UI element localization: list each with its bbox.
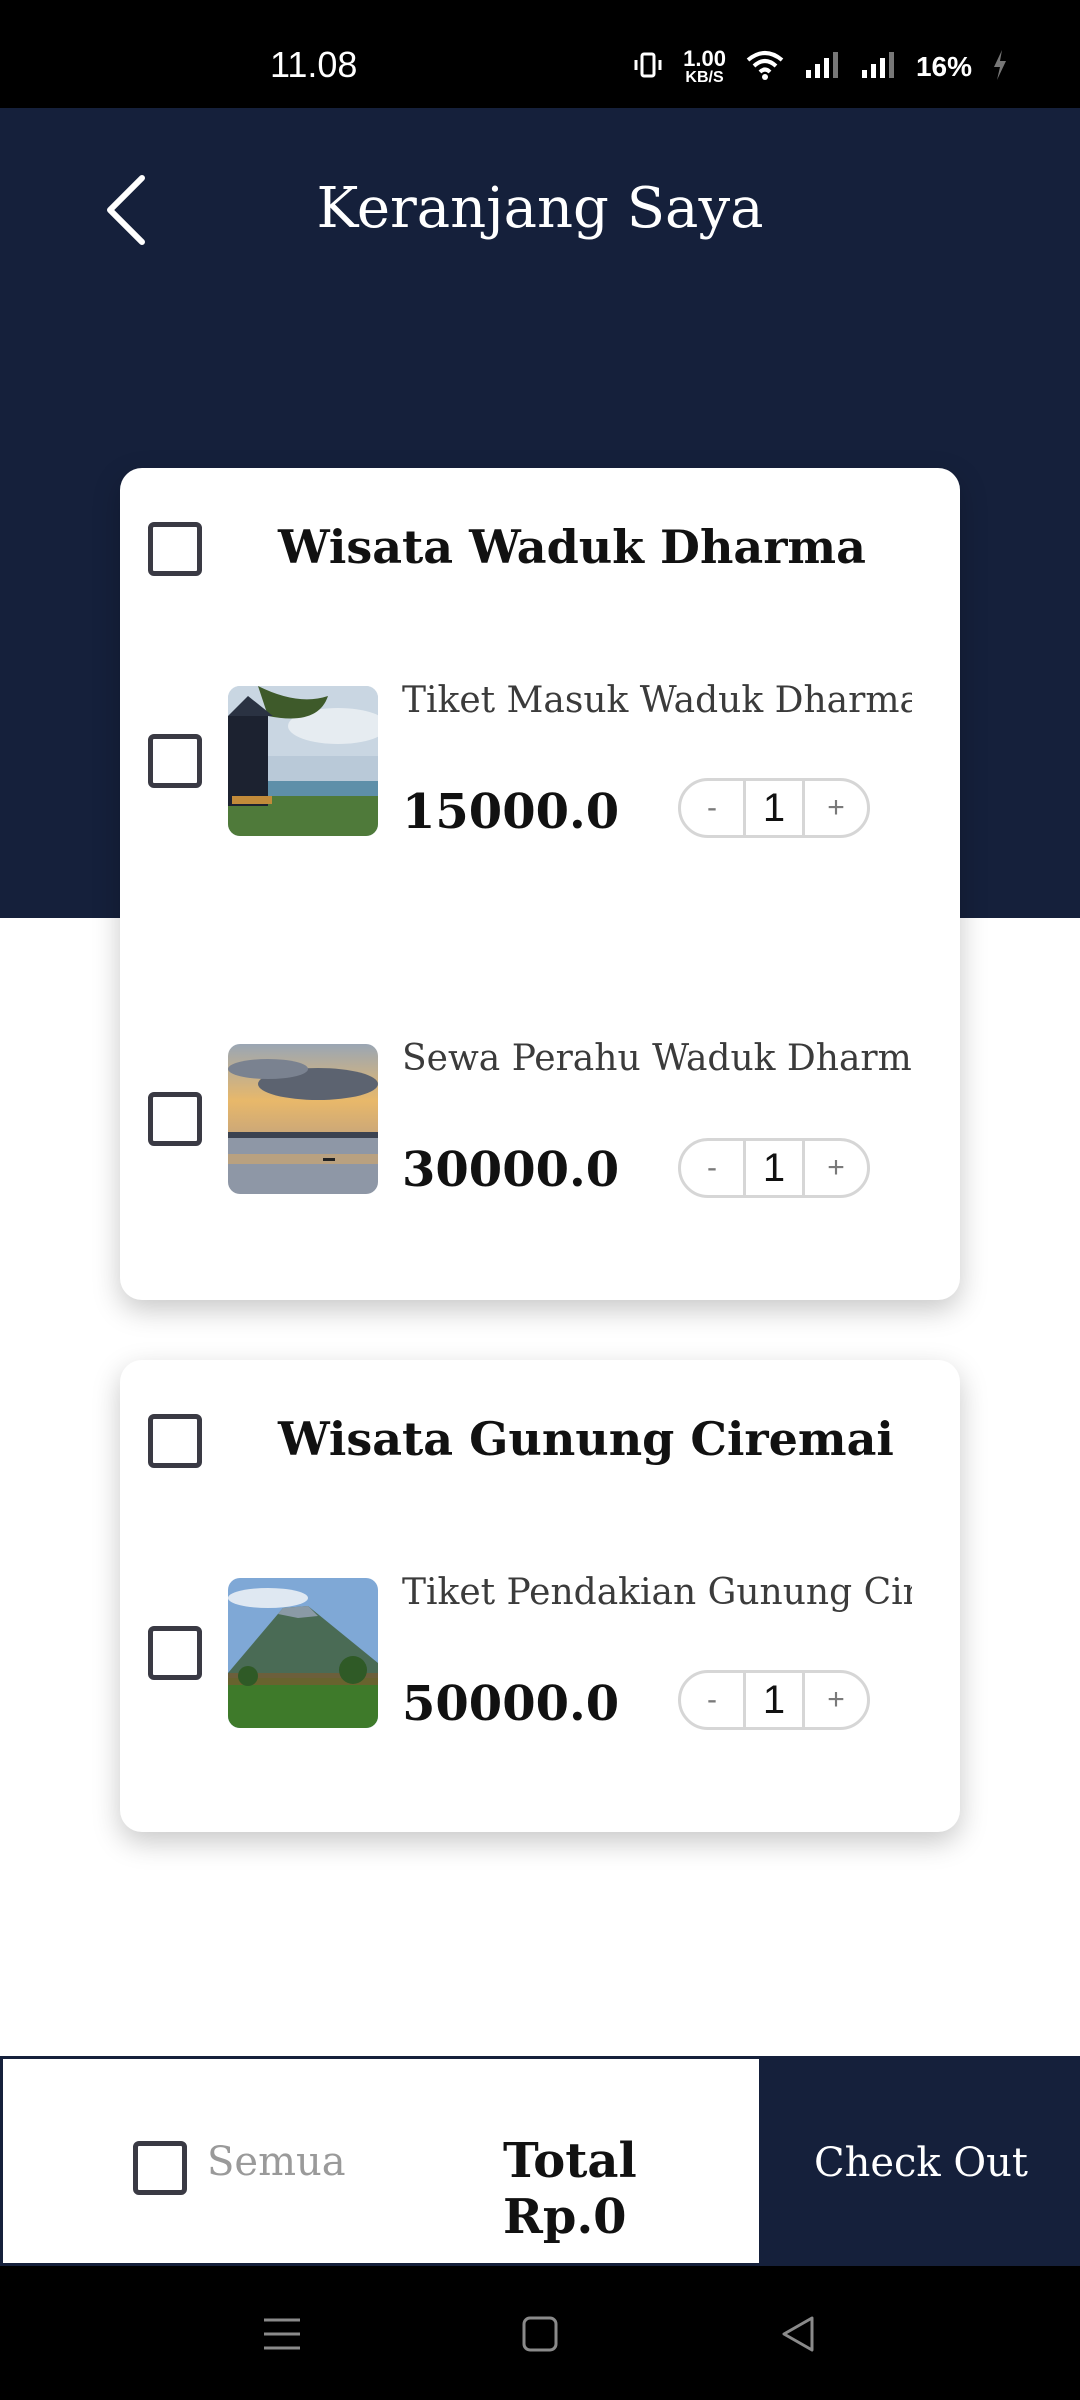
quantity-value: 1 [743,781,805,835]
decrease-button[interactable]: - [681,1673,743,1727]
battery-level: 16% [915,51,972,82]
home-nav-button[interactable] [510,2304,570,2364]
status-time: 11.08 [270,44,358,85]
menu-nav-button[interactable] [252,2304,312,2364]
item-price: 30000.0 [402,1142,620,1198]
cart-group-card: Wisata Waduk Dharma Tiket Masuk Waduk Dh… [120,468,960,1300]
checkout-summary: Semua Total Rp.0 [0,2059,762,2266]
cart-group-card: Wisata Gunung Ciremai Tiket Pendakian Gu… [120,1360,960,1832]
network-speed-unit: KB/S [685,69,724,86]
total-price: Total Rp.0 [503,2133,637,2245]
select-all-label: Semua [207,2139,346,2185]
item-checkbox[interactable] [148,1092,202,1146]
item-checkbox[interactable] [148,734,202,788]
item-name: Tiket Pendakian Gunung Ciremai [402,1572,912,1613]
item-name: Sewa Perahu Waduk Dharma [402,1038,912,1079]
item-checkbox[interactable] [148,1626,202,1680]
home-square-icon [522,2316,558,2352]
checkout-bar: Semua Total Rp.0 Check Out [0,2056,1080,2266]
quantity-stepper: - 1 + [678,1670,870,1730]
select-all-checkbox[interactable] [133,2141,187,2195]
signal-icon-2 [860,50,896,85]
back-triangle-icon [782,2316,814,2352]
back-nav-button[interactable] [768,2304,828,2364]
increase-button[interactable]: + [805,1141,867,1195]
item-price: 50000.0 [402,1676,620,1732]
status-bar: 11.08 1.00 KB/S 16% [0,0,1080,108]
item-thumbnail [228,1044,378,1194]
item-thumbnail [228,686,378,836]
group-title: Wisata Gunung Ciremai [278,1412,894,1466]
page-title: Keranjang Saya [316,176,764,241]
signal-icon [804,50,840,85]
screen: 11.08 1.00 KB/S 16% Keranjang Saya Wisat… [0,0,1080,2400]
quantity-value: 1 [743,1141,805,1195]
status-icons: 1.00 KB/S 16% [633,48,1008,86]
group-title: Wisata Waduk Dharma [278,520,866,574]
group-checkbox[interactable] [148,1414,202,1468]
vibrate-icon [633,50,663,85]
quantity-stepper: - 1 + [678,778,870,838]
decrease-button[interactable]: - [681,1141,743,1195]
menu-icon [264,2318,300,2350]
increase-button[interactable]: + [805,781,867,835]
network-speed-value: 1.00 [683,46,726,71]
system-nav-bar [0,2266,1080,2400]
increase-button[interactable]: + [805,1673,867,1727]
checkout-button[interactable]: Check Out [762,2059,1080,2266]
item-name: Tiket Masuk Waduk Dharma [402,680,912,721]
network-speed: 1.00 KB/S [683,48,726,86]
quantity-stepper: - 1 + [678,1138,870,1198]
item-thumbnail [228,1578,378,1728]
item-price: 15000.0 [402,784,620,840]
charging-icon [992,49,1008,85]
decrease-button[interactable]: - [681,781,743,835]
quantity-value: 1 [743,1673,805,1727]
group-checkbox[interactable] [148,522,202,576]
wifi-icon [746,50,784,85]
